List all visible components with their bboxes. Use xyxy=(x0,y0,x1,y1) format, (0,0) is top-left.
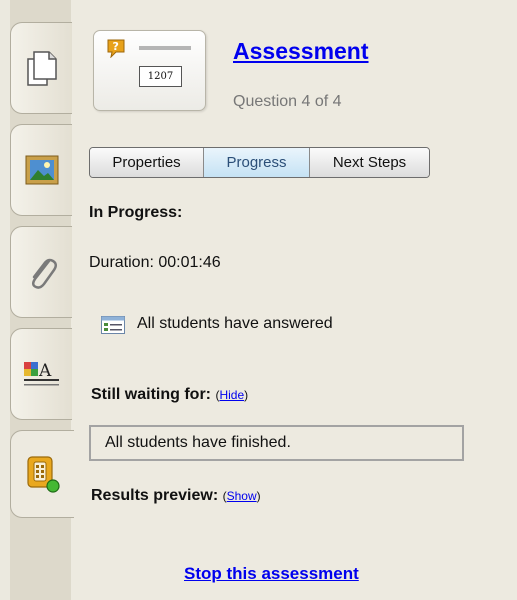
clicker-icon xyxy=(26,456,60,493)
view-segmented-control: Properties Progress Next Steps xyxy=(89,147,430,178)
waiting-status-text: All students have finished. xyxy=(105,434,291,451)
thumbnail-field: 1207 xyxy=(139,66,182,87)
progress-heading: In Progress: xyxy=(89,204,183,221)
page-icon xyxy=(26,51,57,86)
results-preview-label: Results preview: xyxy=(91,487,219,504)
progress-button[interactable]: Progress xyxy=(204,148,310,177)
show-link[interactable]: Show xyxy=(227,489,257,503)
picture-icon xyxy=(25,155,58,185)
tab-properties[interactable]: A xyxy=(10,328,72,420)
results-preview-row: Results preview: (Show) xyxy=(91,487,261,505)
still-waiting-label: Still waiting for: xyxy=(91,386,211,403)
question-thumbnail: ? 1207 xyxy=(93,30,206,111)
waiting-status-box: All students have finished. xyxy=(89,425,464,461)
hide-paren-close: ) xyxy=(244,388,249,402)
hide-link[interactable]: Hide xyxy=(219,388,244,402)
duration-text: Duration: 00:01:46 xyxy=(89,254,221,271)
question-icon: ? xyxy=(107,39,125,58)
paperclip-icon xyxy=(31,258,57,289)
still-waiting-row: Still waiting for: (Hide) xyxy=(91,386,248,404)
assessment-title-link[interactable]: Assessment xyxy=(233,38,369,65)
tab-gallery[interactable] xyxy=(10,124,72,216)
svg-text:?: ? xyxy=(113,40,119,53)
answered-status: All students have answered xyxy=(137,315,333,332)
thumbnail-value: 1207 xyxy=(147,71,174,82)
text-format-icon: A xyxy=(23,361,59,386)
students-list-icon xyxy=(101,316,125,334)
left-edge xyxy=(0,0,10,600)
question-counter: Question 4 of 4 xyxy=(233,93,342,110)
stop-assessment-link[interactable]: Stop this assessment xyxy=(184,564,359,584)
tab-response[interactable] xyxy=(10,430,74,518)
next-steps-button[interactable]: Next Steps xyxy=(310,148,429,177)
show-paren-close: ) xyxy=(256,489,261,503)
svg-text:A: A xyxy=(38,361,52,381)
properties-button[interactable]: Properties xyxy=(90,148,204,177)
tab-attachments[interactable] xyxy=(10,226,72,318)
thumbnail-line xyxy=(139,46,191,50)
tab-pages[interactable] xyxy=(10,22,72,114)
